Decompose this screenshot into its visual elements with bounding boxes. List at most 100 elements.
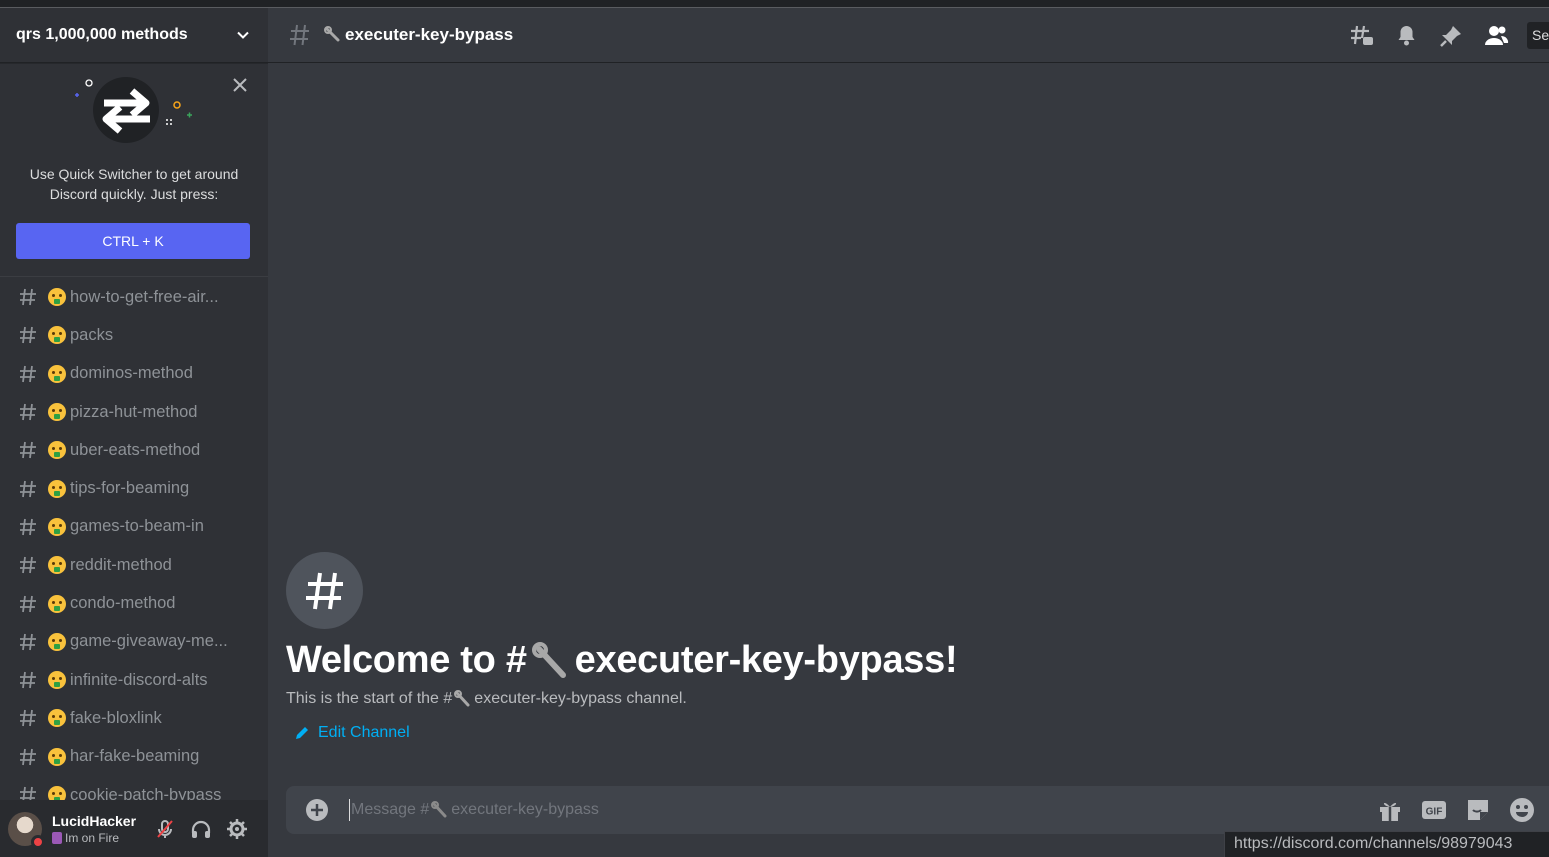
channel-item[interactable]: game-giveaway-me... [0, 623, 268, 661]
money-face-emoji-icon [48, 441, 66, 460]
svg-text:GIF: GIF [1426, 807, 1443, 818]
hash-icon [20, 365, 36, 382]
message-placeholder-prefix: Message # [351, 801, 430, 818]
hash-icon [20, 557, 36, 574]
headphones-icon[interactable] [190, 818, 212, 840]
message-input[interactable]: Message # executer-key-bypass [349, 799, 599, 821]
gift-icon[interactable] [1377, 797, 1403, 823]
wrench-icon [431, 801, 447, 818]
channel-item[interactable]: games-to-beam-in [0, 508, 268, 546]
welcome-heading-channel: executer-key-bypass! [574, 639, 958, 681]
user-panel: LucidHacker Im on Fire [0, 800, 268, 857]
search-input[interactable]: Se [1527, 22, 1549, 49]
mute-microphone-icon[interactable] [154, 818, 176, 840]
channel-item[interactable]: packs [0, 316, 268, 354]
money-face-emoji-icon [48, 556, 66, 575]
channel-item[interactable]: how-to-get-free-air... [0, 278, 268, 316]
message-placeholder-channel: executer-key-bypass [451, 801, 599, 818]
status-url: https://discord.com/channels/98979043 [1224, 831, 1549, 857]
message-composer: Message # executer-key-bypass GIF [286, 786, 1549, 834]
server-header[interactable]: qrs 1,000,000 methods [0, 8, 268, 63]
channel-name: infinite-discord-alts [70, 670, 208, 689]
pencil-icon [296, 727, 308, 739]
channel-item[interactable]: dominos-method [0, 355, 268, 393]
welcome-subtitle: This is the start of the # executer-key-… [286, 690, 957, 708]
wrench-icon [531, 641, 566, 678]
channel-item[interactable]: infinite-discord-alts [0, 661, 268, 699]
quick-switcher-promo: Use Quick Switcher to get around Discord… [0, 63, 268, 277]
money-face-emoji-icon [48, 364, 66, 383]
hash-icon [20, 403, 36, 421]
money-face-emoji-icon [48, 632, 66, 651]
pin-icon[interactable] [1439, 23, 1464, 48]
welcome-subtitle-prefix: This is the start of the # [286, 690, 453, 707]
channel-item[interactable]: reddit-method [0, 546, 268, 584]
chevron-down-icon [237, 31, 249, 39]
channel-name: games-to-beam-in [70, 517, 204, 536]
money-face-emoji-icon [48, 479, 66, 498]
channel-name: packs [70, 325, 114, 344]
avatar[interactable] [8, 811, 45, 849]
channel-hash-badge [286, 552, 363, 629]
sticker-icon[interactable] [1465, 797, 1491, 823]
money-face-emoji-icon [48, 403, 66, 422]
bell-icon[interactable] [1394, 23, 1419, 48]
money-face-emoji-icon [48, 747, 66, 766]
channel-title: executer-key-bypass [324, 25, 513, 45]
channel-item[interactable]: condo-method [0, 584, 268, 622]
channel-item[interactable]: uber-eats-method [0, 431, 268, 469]
hash-icon [20, 442, 36, 459]
gif-icon[interactable]: GIF [1421, 797, 1447, 823]
channel-item[interactable]: fake-bloxlink [0, 699, 268, 737]
hash-icon [20, 518, 36, 536]
composer-buttons: GIF [1377, 797, 1535, 823]
welcome-subtitle-suffix: executer-key-bypass channel. [474, 690, 687, 707]
user-info[interactable]: LucidHacker Im on Fire [52, 813, 140, 845]
emoji-icon[interactable] [1509, 797, 1535, 823]
threads-icon[interactable] [1349, 23, 1374, 48]
money-face-emoji-icon [48, 709, 66, 728]
gear-icon[interactable] [226, 818, 248, 840]
quick-switcher-shortcut-button[interactable]: CTRL + K [16, 223, 250, 259]
server-name: qrs 1,000,000 methods [16, 26, 188, 43]
hash-icon [20, 480, 36, 497]
members-icon[interactable] [1484, 23, 1509, 48]
custom-status-text: Im on Fire [65, 830, 120, 845]
channel-welcome: Welcome to # executer-key-bypass! This i… [286, 552, 958, 742]
welcome-heading-prefix: Welcome to # [286, 639, 527, 681]
channel-item[interactable]: har-fake-beaming [0, 738, 268, 776]
edit-channel-label: Edit Channel [318, 724, 410, 741]
custom-status-emoji-icon [52, 831, 62, 844]
hash-icon [20, 710, 36, 727]
quick-switcher-arrows-icon [75, 77, 192, 143]
header-toolbar [1349, 23, 1509, 48]
money-face-emoji-icon [48, 288, 66, 307]
channel-name: uber-eats-method [70, 440, 201, 459]
welcome-heading: Welcome to # executer-key-bypass! [286, 639, 958, 682]
channel-title-text: executer-key-bypass [345, 25, 514, 44]
channel-name: reddit-method [70, 555, 172, 574]
channel-name: game-giveaway-me... [70, 632, 228, 651]
hash-icon [20, 289, 36, 306]
edit-channel-link[interactable]: Edit Channel [294, 724, 957, 742]
hash-icon [20, 671, 36, 689]
username: LucidHacker [52, 812, 137, 829]
hash-icon [20, 595, 36, 612]
channel-item[interactable]: tips-for-beaming [0, 469, 268, 507]
close-icon[interactable] [232, 77, 248, 93]
dnd-status-icon [31, 834, 45, 849]
window-top-edge [0, 0, 1549, 8]
user-controls [154, 818, 248, 840]
hash-icon [290, 24, 309, 46]
custom-status: Im on Fire [52, 831, 140, 845]
channel-name: how-to-get-free-air... [70, 287, 219, 306]
channel-item[interactable]: pizza-hut-method [0, 393, 268, 431]
wrench-icon [454, 690, 470, 707]
money-face-emoji-icon [48, 326, 66, 345]
quick-switcher-text: Use Quick Switcher to get around Discord… [29, 166, 239, 202]
channel-sidebar: qrs 1,000,000 methods Use Quick Switcher… [0, 8, 268, 857]
add-attachment-icon[interactable] [305, 798, 329, 822]
channel-list: how-to-get-free-air... packs dominos-met… [0, 278, 268, 814]
channel-name: har-fake-beaming [70, 747, 200, 766]
hash-icon [20, 748, 36, 765]
